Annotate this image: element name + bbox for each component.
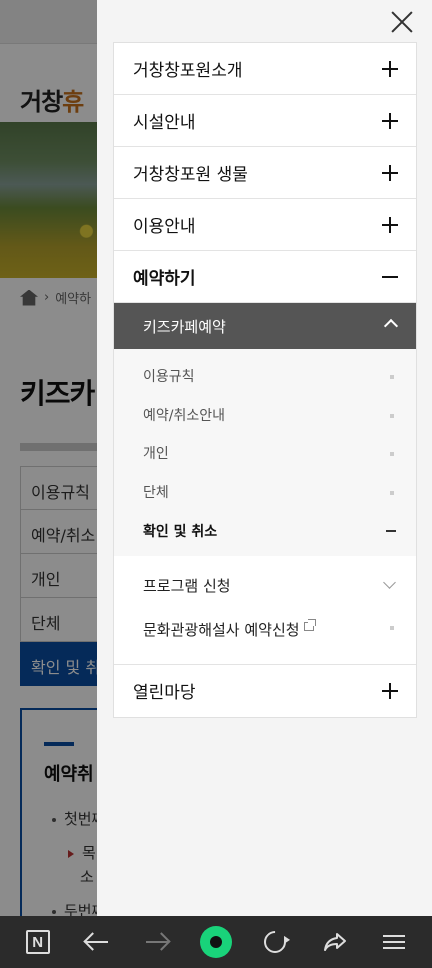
submenu-item-label: 확인 및 취소 xyxy=(143,523,218,540)
submenu-item-label: 개인 xyxy=(143,446,169,463)
menu-item-reservation[interactable]: 예약하기 xyxy=(114,251,416,303)
chevron-up-icon xyxy=(383,318,399,334)
submenu-item-label: 프로그램 신청 xyxy=(143,577,231,596)
submenu-item-rules[interactable]: 이용규칙 xyxy=(114,357,416,396)
submenu-item-label: 단체 xyxy=(143,485,169,502)
share-icon xyxy=(323,933,346,951)
submenu-item-confirm-cancel[interactable]: 확인 및 취소 xyxy=(114,511,416,550)
green-dot-icon xyxy=(199,926,232,958)
extra-submenu: 프로그램 신청 문화관광해설사 예약신청 xyxy=(114,555,416,665)
submenu-label: 키즈카페예약 xyxy=(143,317,226,336)
submenu-item-program[interactable]: 프로그램 신청 xyxy=(114,564,416,608)
square-bullet-icon xyxy=(390,375,394,379)
submenu-item-individual[interactable]: 개인 xyxy=(114,434,416,473)
plus-icon xyxy=(382,113,398,129)
square-bullet-icon xyxy=(390,625,394,630)
submenu-item-group[interactable]: 단체 xyxy=(114,473,416,512)
chevron-down-icon xyxy=(383,576,396,589)
menu-item-label: 거창창포원 생물 xyxy=(133,165,248,185)
reload-button[interactable] xyxy=(255,922,295,962)
submenu-item-guide-reservation[interactable]: 문화관광해설사 예약신청 xyxy=(114,608,416,652)
green-dot-button[interactable] xyxy=(196,922,236,962)
menu-item-label: 거창창포원소개 xyxy=(133,61,243,81)
plus-icon xyxy=(382,217,398,233)
menu-item-open-space[interactable]: 열린마당 xyxy=(114,665,416,717)
menu-item-label: 예약하기 xyxy=(133,269,196,289)
external-link-icon xyxy=(303,619,316,632)
submenu-item-reservation-info[interactable]: 예약/취소안내 xyxy=(114,396,416,435)
forward-button[interactable] xyxy=(137,922,177,962)
menu-item-facilities[interactable]: 시설안내 xyxy=(114,95,416,147)
menu-item-label: 열린마당 xyxy=(133,683,196,704)
square-bullet-icon xyxy=(390,413,394,418)
close-icon[interactable] xyxy=(390,10,414,34)
side-drawer: 거창창포원소개 시설안내 거창창포원 생물 이용안내 예약하기 키즈카페예약 이… xyxy=(97,0,432,916)
menu-item-usage[interactable]: 이용안내 xyxy=(114,199,416,251)
menu-item-intro[interactable]: 거창창포원소개 xyxy=(114,43,416,95)
back-arrow-icon xyxy=(86,941,109,943)
menu-item-creatures[interactable]: 거창창포원 생물 xyxy=(114,147,416,199)
plus-icon xyxy=(382,61,398,77)
menu-item-label: 시설안내 xyxy=(133,113,196,133)
minus-icon xyxy=(382,276,398,278)
submenu-item-label: 예약/취소안내 xyxy=(143,407,225,424)
reload-icon xyxy=(259,926,291,958)
browser-nav-bar: N xyxy=(0,916,432,968)
square-bullet-icon xyxy=(390,490,394,495)
menu-item-label: 이용안내 xyxy=(133,217,196,237)
share-button[interactable] xyxy=(315,922,355,962)
submenu-item-label: 이용규칙 xyxy=(143,369,195,386)
forward-arrow-icon xyxy=(145,941,168,943)
back-button[interactable] xyxy=(77,922,117,962)
submenu-kidscafe[interactable]: 키즈카페예약 xyxy=(114,303,416,349)
submenu-item-label: 문화관광해설사 예약신청 xyxy=(143,621,300,640)
plus-icon xyxy=(382,165,398,181)
submenu-list: 이용규칙 예약/취소안내 개인 단체 확인 및 취소 xyxy=(114,349,416,556)
naver-n-icon: N xyxy=(25,930,50,954)
naver-home-button[interactable]: N xyxy=(18,922,58,962)
hamburger-icon xyxy=(383,935,406,949)
square-bullet-icon xyxy=(390,452,394,457)
plus-icon xyxy=(382,682,398,699)
menu-button[interactable] xyxy=(374,922,414,962)
minus-icon xyxy=(386,530,396,532)
main-menu: 거창창포원소개 시설안내 거창창포원 생물 이용안내 예약하기 키즈카페예약 이… xyxy=(113,42,417,718)
